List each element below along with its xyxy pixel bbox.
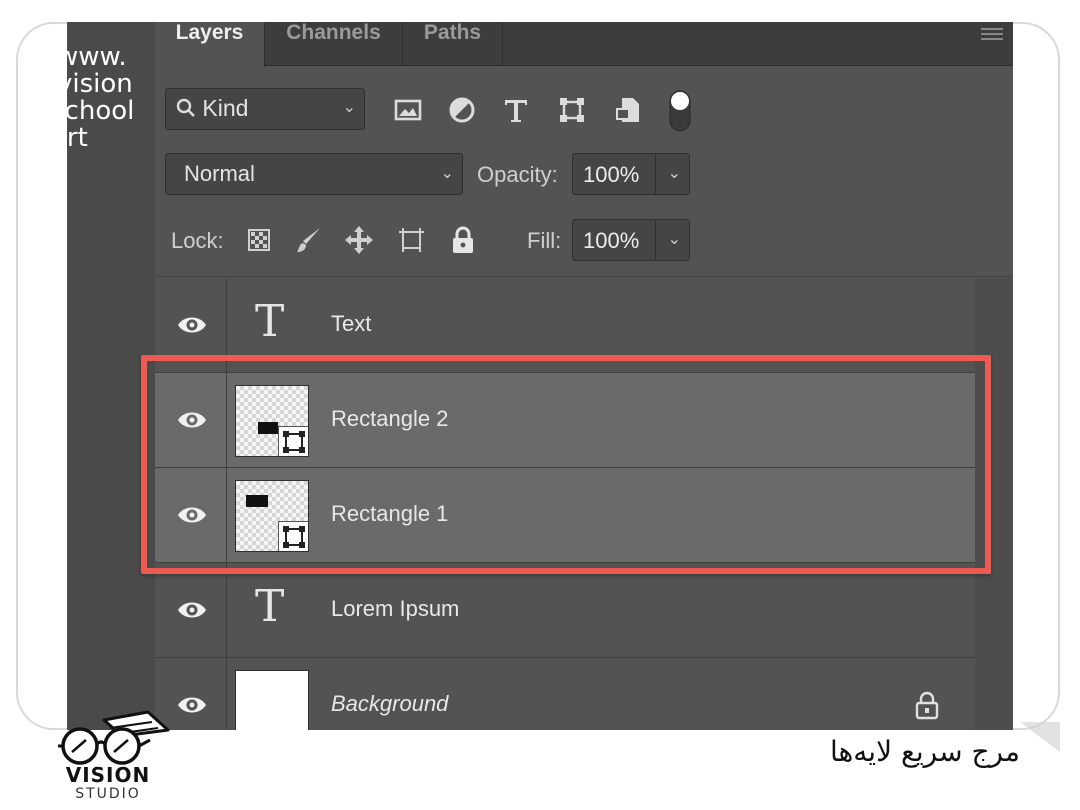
layer-thumbnail (235, 385, 309, 457)
watermark-line: school (67, 96, 135, 126)
panel-tabbar: Layers Channels Paths (155, 22, 1013, 67)
layer-row-rectangle-1[interactable]: Rectangle 1 (155, 468, 975, 563)
lock-artboard-icon[interactable] (395, 224, 427, 256)
kind-filter-label: Kind (202, 95, 249, 121)
rectangle-preview (258, 422, 278, 434)
visibility-toggle[interactable] (155, 278, 227, 372)
logo-wordmark: VISION STUDIO (62, 764, 154, 802)
logo-sub: STUDIO (75, 786, 141, 802)
watermark-line: art (67, 123, 88, 152)
search-icon (176, 98, 195, 117)
visibility-toggle[interactable] (155, 468, 227, 562)
scrollbar[interactable] (975, 278, 1013, 730)
layer-name: Rectangle 2 (331, 406, 449, 431)
page-curl-decoration (1020, 722, 1060, 752)
lock-row: Lock: Fill: 100% ⌄ (155, 218, 1013, 266)
watermark: www. vision school art (67, 44, 155, 152)
image-filter-icon[interactable] (392, 94, 424, 126)
visibility-toggle[interactable] (155, 373, 227, 467)
layer-row-lorem-ipsum[interactable]: T Lorem Ipsum (155, 563, 975, 658)
layers-list: T Text Rectangle 2 Rectangle 1 T Lorem I… (155, 278, 975, 730)
layer-row-text[interactable]: T Text (155, 278, 975, 373)
tab-paths[interactable]: Paths (403, 22, 503, 66)
blend-mode-value: Normal (184, 161, 255, 186)
type-filter-icon[interactable] (500, 94, 532, 126)
opacity-field[interactable]: 100% ⌄ (572, 153, 690, 195)
filter-row: Kind ⌄ (155, 66, 1013, 166)
layer-thumbnail (235, 670, 309, 730)
tab-channels[interactable]: Channels (265, 22, 403, 66)
eye-icon (178, 412, 206, 428)
type-layer-icon: T (255, 296, 285, 347)
lock-position-icon[interactable] (343, 224, 375, 256)
layer-name: Lorem Ipsum (331, 596, 460, 621)
rectangle-preview (246, 495, 268, 507)
chevron-down-icon: ⌄ (440, 165, 454, 182)
fill-label: Fill: (527, 228, 562, 253)
opacity-value: 100% (583, 162, 640, 187)
chevron-down-icon[interactable]: ⌄ (668, 229, 681, 249)
filter-toggle-icon[interactable] (667, 88, 693, 134)
watermark-line: www. (67, 44, 127, 72)
eye-icon (178, 602, 206, 618)
divider (155, 276, 1013, 277)
kind-filter-select[interactable]: Kind ⌄ (165, 88, 365, 130)
chevron-down-icon: ⌄ (342, 99, 356, 116)
watermark-line: vision (67, 69, 133, 99)
fill-value: 100% (583, 228, 640, 253)
lock-all-icon[interactable] (447, 224, 479, 256)
layer-row-rectangle-2[interactable]: Rectangle 2 (155, 373, 975, 468)
layer-thumbnail (235, 480, 309, 552)
lock-transparent-icon[interactable] (243, 224, 275, 256)
adjustment-filter-icon[interactable] (446, 94, 478, 126)
chevron-down-icon[interactable]: ⌄ (668, 163, 681, 183)
tab-layers[interactable]: Layers (155, 22, 265, 67)
fill-field[interactable]: 100% ⌄ (572, 219, 690, 261)
caption-title: مرج سریع لایه‌ها (830, 735, 1020, 768)
eye-icon (178, 697, 206, 713)
shape-badge-icon (278, 426, 308, 456)
type-layer-icon: T (255, 581, 285, 632)
blend-row: Normal ⌄ Opacity: 100% ⌄ (155, 152, 1013, 200)
panel-menu-icon[interactable] (981, 28, 1003, 42)
shape-filter-icon[interactable] (556, 94, 588, 126)
opacity-label: Opacity: (477, 162, 558, 187)
layer-name: Background (331, 691, 449, 716)
layer-row-background[interactable]: Background (155, 658, 975, 730)
lock-pixels-icon[interactable] (293, 224, 325, 256)
lock-icon[interactable] (914, 690, 940, 720)
shape-badge-icon (278, 521, 308, 551)
smart-object-filter-icon[interactable] (613, 94, 645, 126)
layer-name: Text (331, 311, 372, 336)
logo-brand: VISION (65, 763, 151, 787)
layer-name: Rectangle 1 (331, 501, 449, 526)
eye-icon (178, 507, 206, 523)
lock-label: Lock: (171, 228, 224, 253)
visibility-toggle[interactable] (155, 563, 227, 657)
blend-mode-select[interactable]: Normal ⌄ (165, 153, 463, 195)
eye-icon (178, 317, 206, 333)
layers-panel: Layers Channels Paths Kind ⌄ Normal ⌄ Op… (155, 22, 1013, 730)
